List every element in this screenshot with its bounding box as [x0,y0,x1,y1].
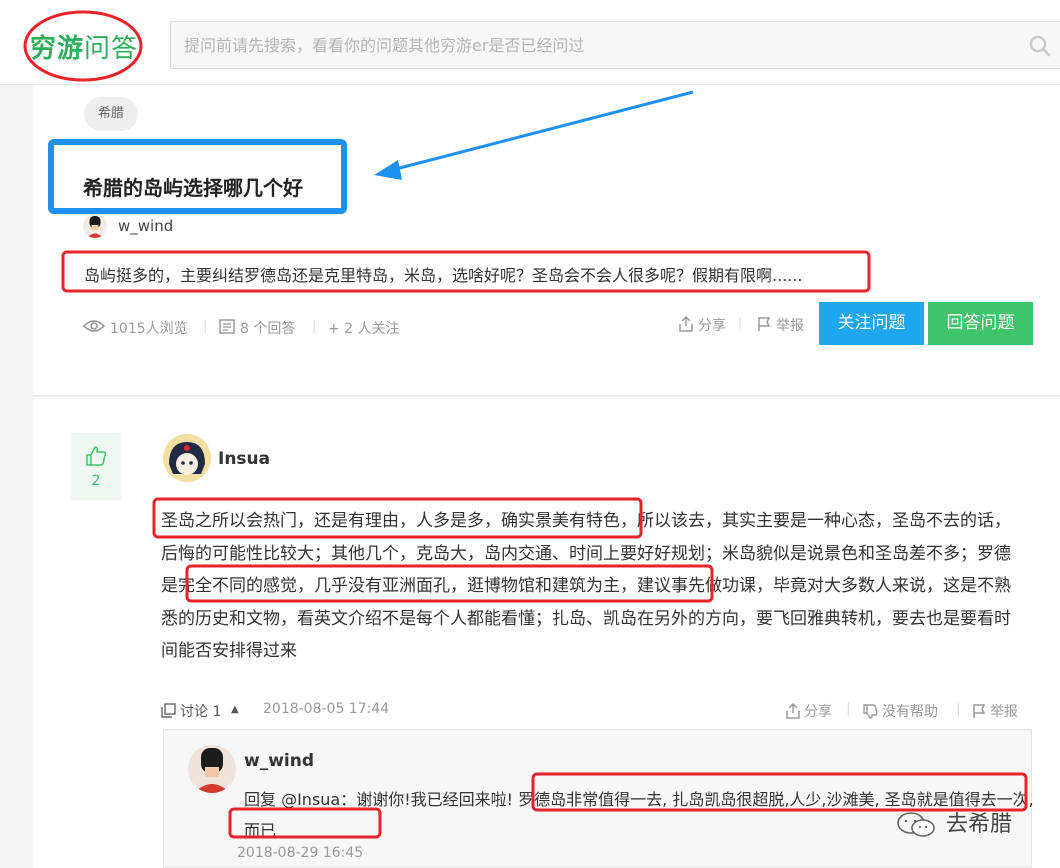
follower-count: + 2 人关注 [328,321,400,337]
search-input[interactable] [171,22,1004,68]
divider: | [956,701,961,717]
flag-icon[interactable] [972,703,986,719]
question-author-name[interactable]: w_wind [118,217,173,235]
share-icon[interactable] [785,703,801,719]
upvote-button[interactable] [71,433,121,501]
discuss-icon[interactable] [161,703,176,718]
answer-body: 圣岛之所以会热门，还是有理由，人多是多，确实景美有特色，所以该去，其实主要是一种… [161,505,1023,668]
answer-count[interactable]: 8 个回答 [240,318,295,338]
question-tag[interactable]: 希腊 [84,97,138,131]
thumbs-up-icon [86,446,107,466]
watermark: 去希腊 [895,806,1012,840]
thumbs-down-icon[interactable] [862,703,878,719]
guard-avatar-icon [188,745,236,793]
question-body: 岛屿挺多的，主要纠结罗德岛还是克里特岛，米岛，选啥好呢？圣岛会不会人很多呢？假期… [84,266,803,285]
divider: | [203,319,208,334]
share-icon[interactable] [678,316,694,332]
answer-share-link[interactable]: 分享 [804,701,832,721]
reply-text: 回复 @Insua：谢谢你!我已经回来啦! [244,790,519,809]
question-card [33,85,1060,396]
watermark-text: 去希腊 [946,812,1013,837]
not-helpful-link[interactable]: 没有帮助 [882,701,938,721]
reply-author-name[interactable]: w_wind [244,751,314,771]
share-link[interactable]: 分享 [698,315,726,335]
site-logo[interactable]: 穷游问答 [30,28,138,65]
reply-time: 2018-08-29 16:45 [237,845,364,861]
wechat-icon [897,812,935,837]
guard-avatar-icon [83,214,107,238]
discuss-toggle[interactable]: 讨论 1 [180,701,221,721]
answer-text-highlight-1: 圣岛之所以会热门，还是有理由，人多是多，确实景美有特色， [161,511,637,531]
answer-question-button[interactable]: 回答问题 [928,302,1033,345]
reply-author-avatar[interactable] [188,745,236,793]
answers-icon [219,319,235,334]
vote-count: 2 [91,473,101,489]
user-avatar-icon [163,434,211,482]
divider: | [312,319,317,334]
search-box [170,21,1060,69]
flag-icon[interactable] [757,316,771,332]
view-count: 1015人浏览 [110,321,188,337]
answer-author-name[interactable]: Insua [218,449,270,469]
divider: | [738,316,743,331]
eye-icon [83,320,105,332]
answer-author-avatar[interactable] [163,434,211,482]
search-icon[interactable] [1028,34,1052,58]
answer-report-link[interactable]: 举报 [990,701,1018,721]
follow-question-button[interactable]: 关注问题 [819,302,924,345]
question-title: 希腊的岛屿选择哪几个好 [83,176,303,200]
question-author-avatar[interactable] [83,214,107,238]
logo-text-qa: 问答 [84,34,139,64]
answer-date: 2018-08-05 17:44 [263,701,390,717]
divider: | [846,701,851,717]
logo-text-brand: 穷游 [30,34,85,64]
caret-up-icon[interactable]: ▲ [231,704,239,715]
report-link[interactable]: 举报 [776,315,804,335]
